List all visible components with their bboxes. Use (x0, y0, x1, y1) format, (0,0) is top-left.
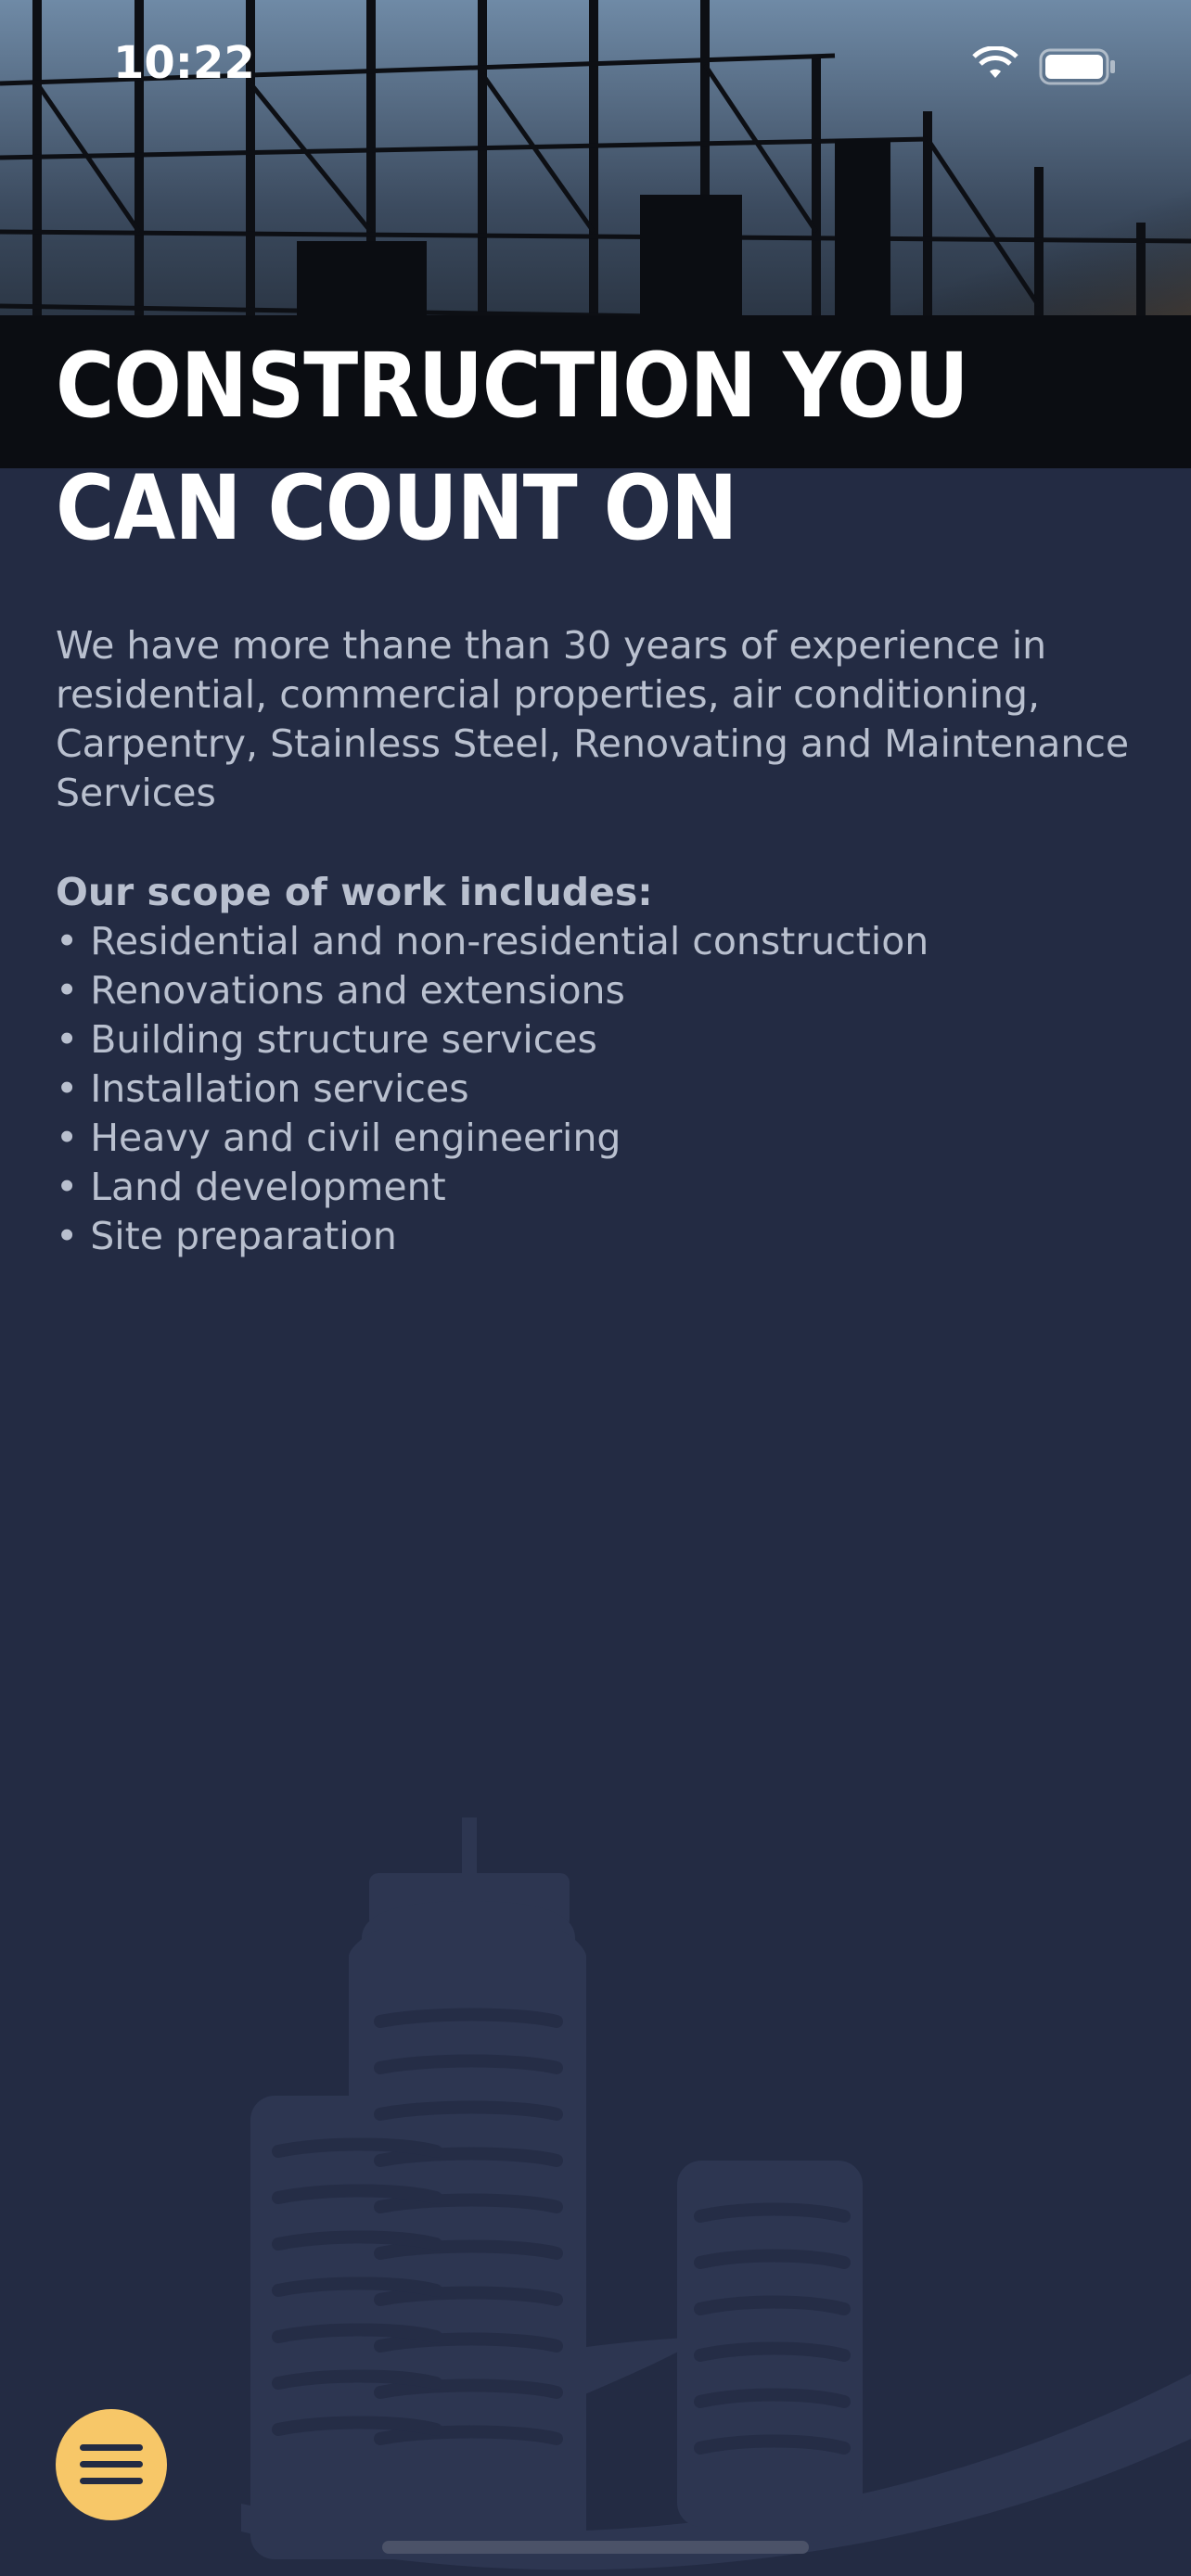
scope-item: Renovations and extensions (56, 966, 1132, 1015)
building-watermark-icon (241, 1817, 1191, 2570)
status-bar: 10:22 (0, 0, 1191, 130)
intro-paragraph: We have more thane than 30 years of expe… (56, 623, 1130, 815)
hamburger-menu-icon (80, 2444, 143, 2484)
home-indicator[interactable] (382, 2541, 809, 2554)
page-headline: CONSTRUCTION YOU CAN COUNT ON (56, 334, 969, 560)
menu-button[interactable] (56, 2409, 167, 2520)
scope-item: Land development (56, 1163, 1132, 1212)
scope-item: Residential and non-residential construc… (56, 917, 1132, 966)
status-time: 10:22 (113, 37, 255, 89)
scope-title: Our scope of work includes: (56, 870, 653, 914)
scope-list: Residential and non-residential construc… (56, 917, 1132, 1261)
scope-of-work: Our scope of work includes: Residential … (56, 868, 1132, 1261)
scope-item: Installation services (56, 1065, 1132, 1114)
scope-item: Building structure services (56, 1015, 1132, 1065)
wifi-icon (972, 46, 1018, 78)
scope-item: Site preparation (56, 1212, 1132, 1261)
battery-icon (1039, 48, 1115, 85)
scope-item: Heavy and civil engineering (56, 1114, 1132, 1163)
